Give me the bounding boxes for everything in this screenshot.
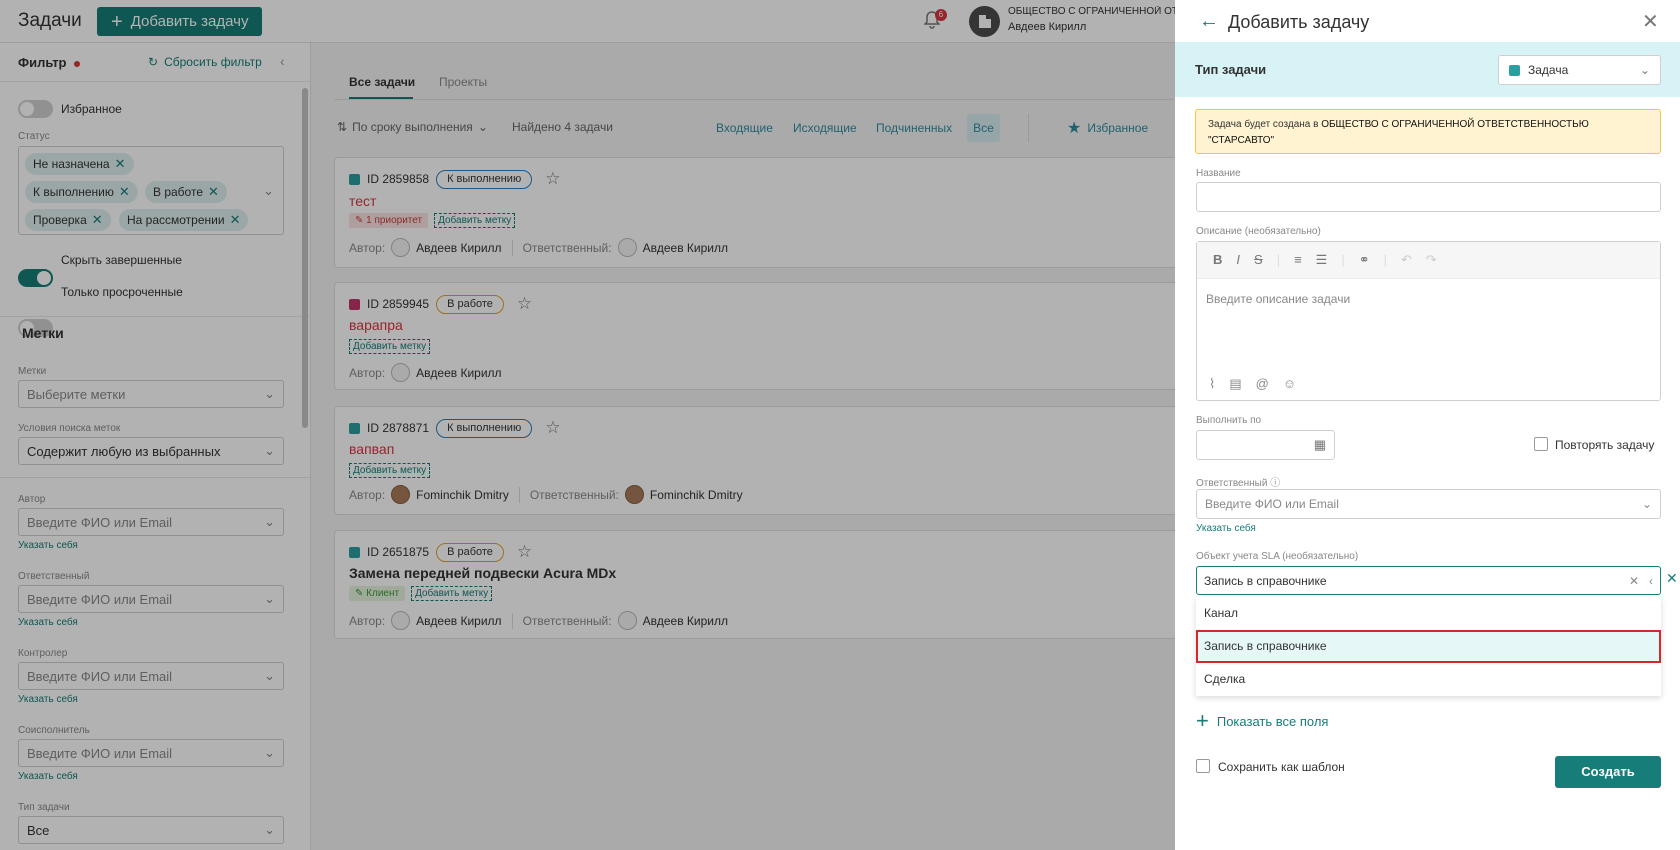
task-type-select[interactable]: Задача ⌄ [1498, 55, 1661, 85]
back-arrow-icon[interactable]: ← [1199, 10, 1219, 33]
calendar-icon[interactable]: ▦ [1314, 437, 1326, 453]
undo-icon[interactable]: ↶ [1401, 252, 1412, 268]
task-type-label: Тип задачи [1195, 62, 1267, 77]
italic-icon[interactable]: I [1236, 252, 1240, 268]
name-label: Название [1196, 168, 1241, 179]
description-label: Описание (необязательно) [1196, 226, 1321, 237]
bold-icon[interactable]: B [1213, 252, 1222, 268]
bullet-list-icon[interactable]: ≡ [1294, 252, 1302, 268]
cancel-icon[interactable]: ✕ [1666, 570, 1678, 587]
help-icon[interactable]: ⓘ [1270, 478, 1280, 489]
task-type-icon [1509, 64, 1520, 76]
save-template-label: Сохранить как шаблон [1218, 760, 1345, 774]
divider: | [1341, 252, 1345, 267]
plus-icon: + [1196, 708, 1209, 733]
chevron-left-icon[interactable]: ‹ [1649, 574, 1653, 588]
emoji-icon[interactable]: ☺ [1283, 376, 1296, 392]
mention-icon[interactable]: @ [1256, 376, 1269, 392]
due-date-input[interactable]: ▦ [1196, 430, 1335, 460]
divider: | [1383, 252, 1388, 267]
link-icon[interactable]: ⚭ [1359, 252, 1370, 268]
sla-value: Запись в справочнике [1204, 573, 1327, 588]
save-template-checkbox[interactable] [1196, 759, 1210, 773]
show-all-fields-button[interactable]: + Показать все поля [1196, 710, 1328, 732]
sla-option-channel[interactable]: Канал [1196, 597, 1661, 629]
responsible-select[interactable]: Введите ФИО или Email ⌄ [1196, 489, 1661, 519]
repeat-checkbox[interactable] [1534, 437, 1548, 451]
responsible-label: Ответственный ⓘ [1196, 474, 1280, 489]
add-task-panel: ← Добавить задачу ✕ Тип задачи Задача ⌄ … [1175, 0, 1680, 850]
paperclip-icon[interactable]: ⌇ [1209, 376, 1215, 392]
selection-highlight [1196, 630, 1661, 663]
description-placeholder: Введите описание задачи [1206, 292, 1351, 306]
description-editor[interactable]: B I S | ≡ ☰ | ⚭ | ↶ ↷ Введите описание з… [1196, 241, 1661, 401]
show-all-fields-label: Показать все поля [1216, 713, 1329, 729]
divider: | [1276, 252, 1281, 267]
due-date-label: Выполнить по [1196, 415, 1262, 426]
clear-icon[interactable]: ✕ [1629, 574, 1639, 588]
create-button[interactable]: Создать [1555, 756, 1661, 788]
repeat-label: Повторять задачу [1555, 438, 1655, 452]
responsible-label-text: Ответственный [1196, 478, 1268, 489]
chevron-down-icon: ⌄ [1639, 63, 1650, 77]
set-self-link[interactable]: Указать себя [1196, 523, 1256, 534]
name-input[interactable] [1196, 182, 1661, 212]
sla-dropdown: Канал Запись в справочнике Сделка [1196, 597, 1661, 696]
sla-select[interactable]: Запись в справочнике ✕ ‹ [1196, 566, 1661, 595]
chevron-down-icon: ⌄ [1641, 497, 1652, 511]
org-notice: Задача будет создана в ОБЩЕСТВО С ОГРАНИ… [1195, 109, 1661, 154]
panel-title: Добавить задачу [1228, 12, 1370, 32]
redo-icon[interactable]: ↷ [1426, 252, 1437, 268]
modal-backdrop[interactable] [0, 0, 1175, 850]
close-icon[interactable]: ✕ [1642, 9, 1659, 34]
numbered-list-icon[interactable]: ☰ [1316, 252, 1328, 268]
strikethrough-icon[interactable]: S [1254, 252, 1263, 268]
task-type-value: Задача [1528, 63, 1569, 77]
responsible-placeholder: Введите ФИО или Email [1205, 497, 1339, 511]
document-icon[interactable]: ▤ [1229, 376, 1241, 392]
notice-prefix: Задача будет создана в [1208, 119, 1322, 130]
sla-label: Объект учета SLA (необязательно) [1196, 551, 1359, 562]
sla-option-deal[interactable]: Сделка [1196, 663, 1661, 695]
